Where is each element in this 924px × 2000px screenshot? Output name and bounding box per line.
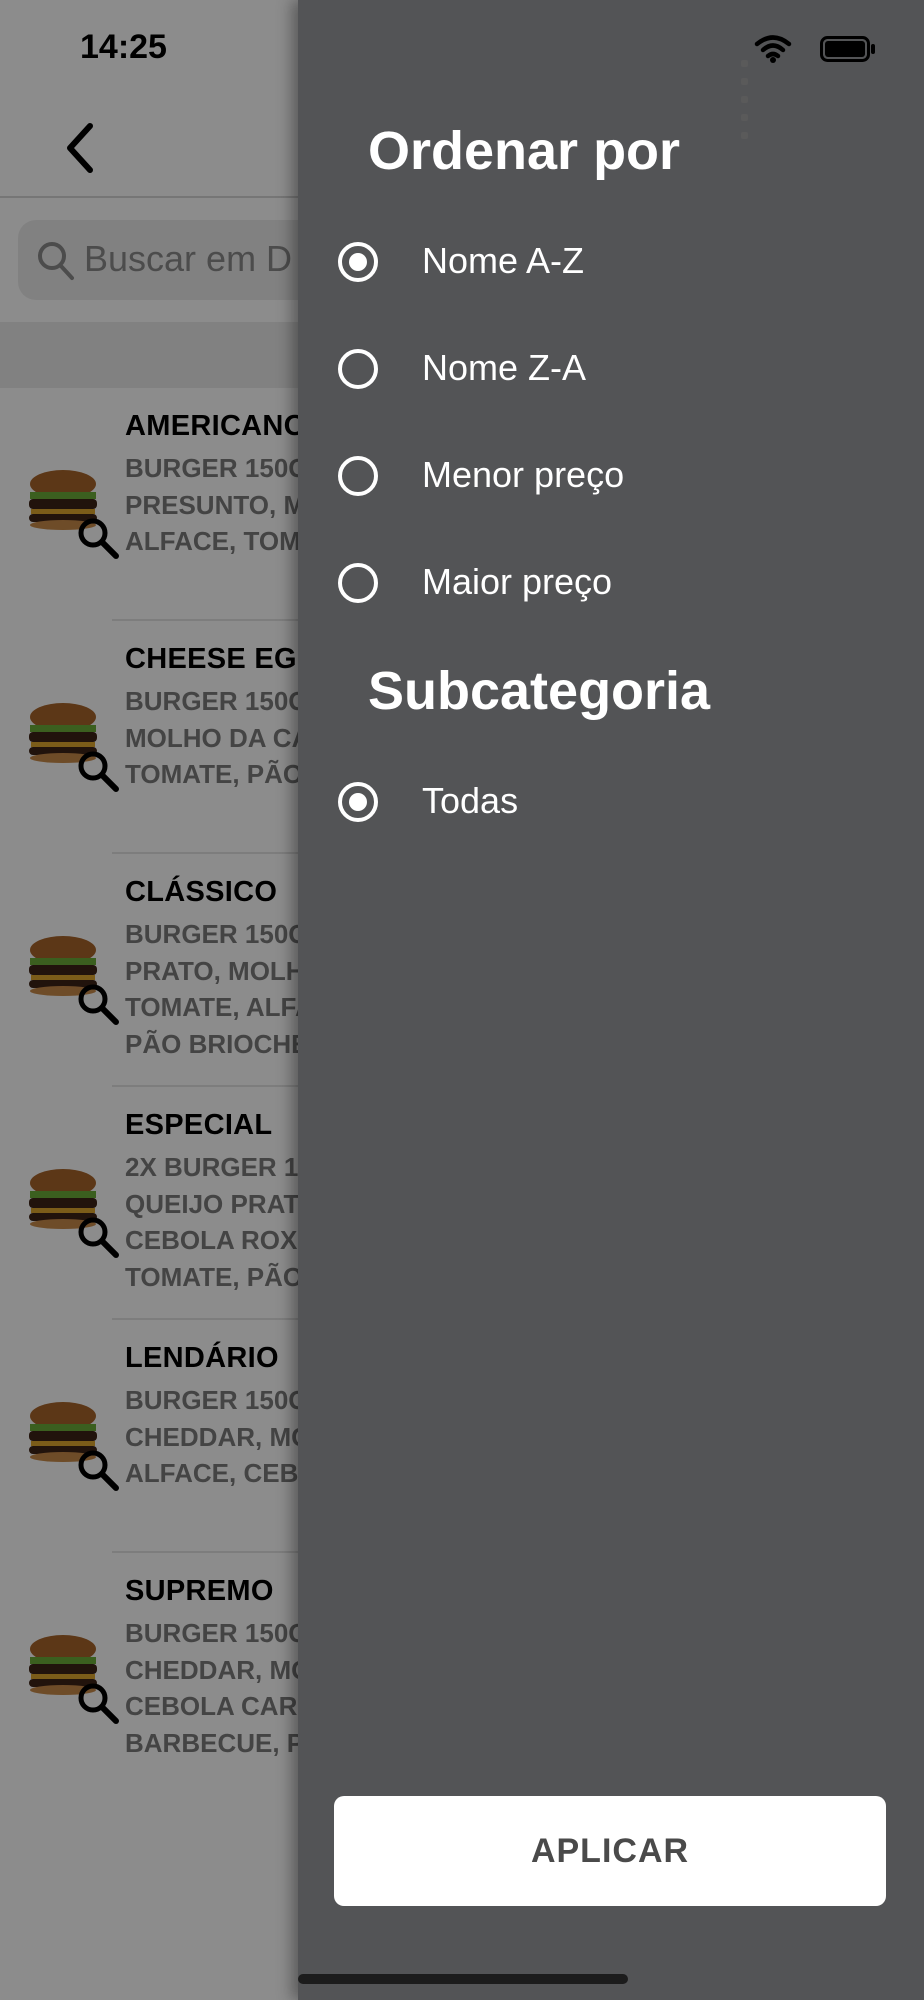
option-label: Nome Z-A: [422, 347, 587, 388]
radio-unselected-icon[interactable]: [338, 563, 378, 603]
radio-selected-icon[interactable]: [338, 782, 378, 822]
apply-button[interactable]: APLICAR: [334, 1796, 886, 1906]
battery-icon: [820, 36, 875, 62]
option-label: Maior preço: [422, 561, 613, 602]
radio-unselected-icon[interactable]: [338, 456, 378, 496]
radio-unselected-icon[interactable]: [338, 349, 378, 389]
sort-option-highest-price[interactable]: Maior preço: [338, 545, 898, 625]
home-indicator: [298, 1974, 628, 1984]
sort-option-name-asc[interactable]: Nome A-Z: [338, 224, 898, 304]
subcategory-section-title: Subcategoria: [368, 661, 711, 721]
filter-drawer: Ordenar por Nome A-Z Nome Z-A Menor preç…: [298, 0, 924, 2000]
option-label: Menor preço: [422, 454, 625, 495]
sort-section-title: Ordenar por: [368, 121, 681, 181]
cellular-signal-icon: [738, 54, 748, 144]
option-label: Nome A-Z: [422, 240, 585, 281]
sort-option-name-desc[interactable]: Nome Z-A: [338, 331, 898, 411]
option-label: Todas: [422, 780, 519, 821]
radio-selected-icon[interactable]: [338, 242, 378, 282]
sort-option-lowest-price[interactable]: Menor preço: [338, 438, 898, 518]
subcategory-option-all[interactable]: Todas: [338, 764, 898, 844]
wifi-icon: [754, 35, 792, 63]
